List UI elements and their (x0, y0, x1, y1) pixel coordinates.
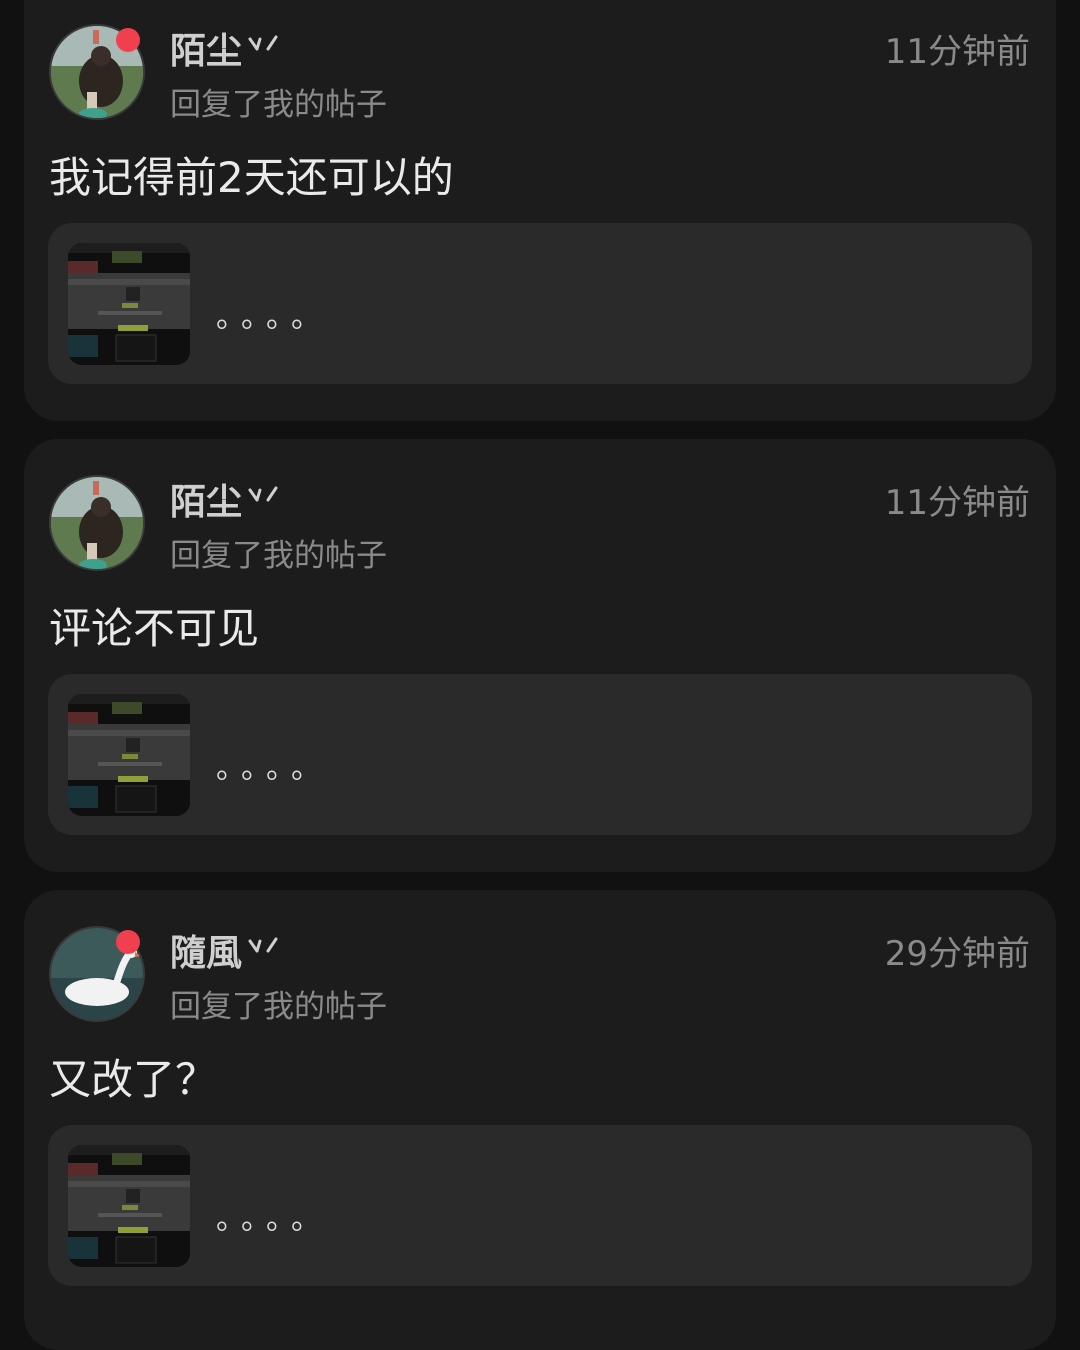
timestamp: 11分钟前 (884, 483, 1030, 523)
action-text: 回复了我的帖子 (170, 538, 387, 574)
post-thumbnail (68, 694, 190, 816)
quoted-post[interactable]: 。。。。 (48, 223, 1032, 384)
quoted-post-text: 。。。。 (216, 751, 331, 786)
unread-dot (116, 28, 140, 52)
quoted-post-text: 。。。。 (216, 300, 331, 335)
user-avatar[interactable] (49, 475, 145, 571)
action-text: 回复了我的帖子 (170, 989, 387, 1025)
notification-card[interactable]: 隨風 回复了我的帖子 29分钟前 又改了？ 。。。。 (24, 890, 1056, 1350)
quoted-post-text: 。。。。 (216, 1202, 331, 1237)
post-thumbnail (68, 243, 190, 365)
user-name[interactable]: 陌尘 (170, 32, 280, 72)
user-name[interactable]: 陌尘 (170, 483, 280, 523)
user-name-text: 隨風 (170, 933, 243, 974)
unread-dot (116, 930, 140, 954)
timestamp: 29分钟前 (884, 934, 1030, 974)
action-text: 回复了我的帖子 (170, 87, 387, 123)
reply-content[interactable]: 我记得前2天还可以的 (49, 154, 454, 202)
user-name-text: 陌尘 (170, 31, 243, 72)
level-badge-icon (248, 35, 278, 51)
level-badge-icon (248, 486, 278, 502)
reply-content[interactable]: 评论不可见 (49, 605, 259, 653)
level-badge-icon (248, 937, 278, 953)
post-thumbnail (68, 1145, 190, 1267)
quoted-post[interactable]: 。。。。 (48, 674, 1032, 835)
reply-content[interactable]: 又改了？ (49, 1056, 217, 1104)
quoted-post[interactable]: 。。。。 (48, 1125, 1032, 1286)
timestamp: 11分钟前 (884, 32, 1030, 72)
user-name-text: 陌尘 (170, 482, 243, 523)
notification-card[interactable]: 陌尘 回复了我的帖子 11分钟前 评论不可见 。。。。 (24, 439, 1056, 872)
notification-card[interactable]: 陌尘 回复了我的帖子 11分钟前 我记得前2天还可以的 。。。。 (24, 0, 1056, 421)
user-name[interactable]: 隨風 (170, 934, 280, 974)
